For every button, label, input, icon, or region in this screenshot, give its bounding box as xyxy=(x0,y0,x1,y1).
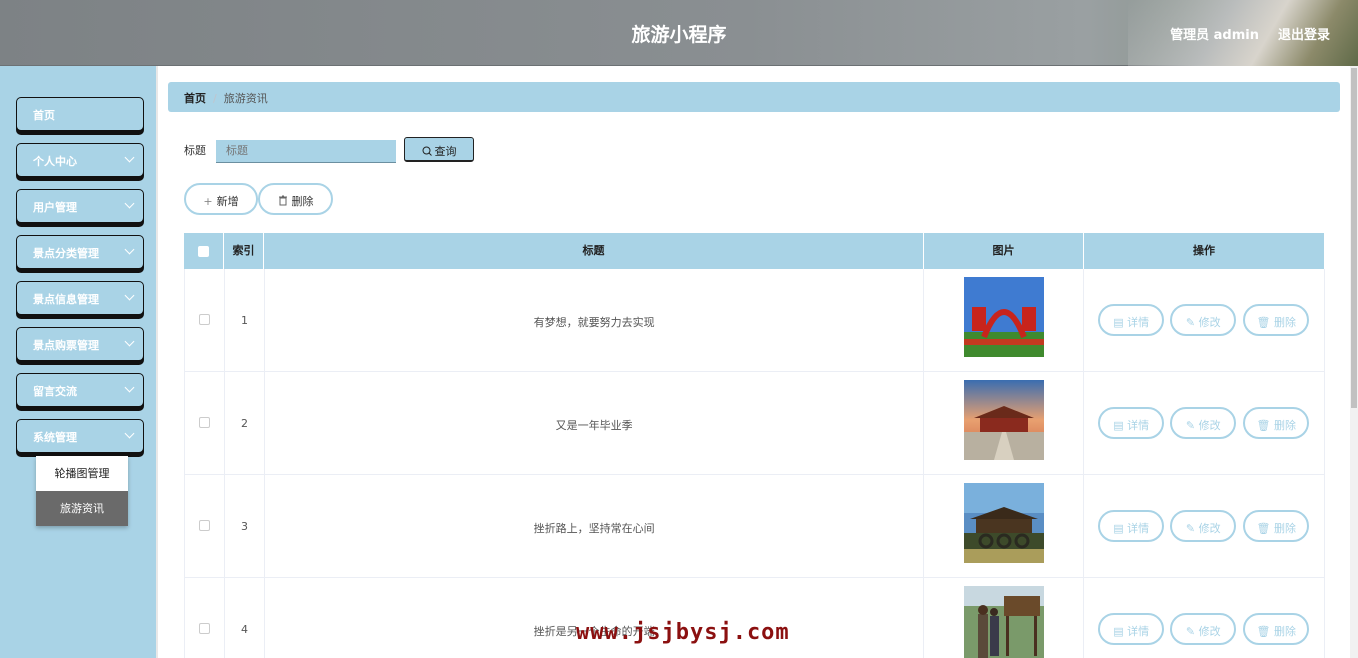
row-title: 有梦想，就要努力去实现 xyxy=(265,269,925,371)
add-button-label: 新增 xyxy=(216,195,239,208)
sidebar-item-ticket-management[interactable]: 景点购票管理 xyxy=(16,327,144,361)
sidebar-item-label: 景点购票管理 xyxy=(33,339,99,352)
column-header-image: 图片 xyxy=(924,233,1084,269)
table-header: 索引 标题 图片 操作 xyxy=(184,233,1325,269)
delete-button[interactable]: 🗑 删除 xyxy=(1243,510,1310,542)
row-thumbnail-image xyxy=(964,483,1045,563)
detail-button[interactable]: ▤ 详情 xyxy=(1098,407,1165,439)
detail-button[interactable]: ▤ 详情 xyxy=(1098,613,1165,645)
edit-button[interactable]: ✎ 修改 xyxy=(1170,304,1237,336)
search-label: 标题 xyxy=(184,144,206,157)
detail-button[interactable]: ▤ 详情 xyxy=(1098,304,1165,336)
row-index: 2 xyxy=(225,372,265,474)
breadcrumb-separator: / xyxy=(213,92,217,105)
chevron-down-icon xyxy=(124,290,135,301)
sidebar-item-label: 留言交流 xyxy=(33,385,77,398)
sidebar-item-label: 系统管理 xyxy=(33,431,77,444)
chevron-down-icon xyxy=(124,244,135,255)
sidebar-item-messages[interactable]: 留言交流 xyxy=(16,373,144,407)
breadcrumb-home[interactable]: 首页 xyxy=(184,92,206,105)
column-header-index: 索引 xyxy=(224,233,264,269)
row-checkbox[interactable] xyxy=(198,623,210,634)
column-header-title: 标题 xyxy=(264,233,924,269)
sidebar-item-label: 首页 xyxy=(33,109,55,122)
chevron-down-icon xyxy=(124,198,135,209)
row-thumbnail-image xyxy=(964,277,1045,357)
sidebar-item-personal-center[interactable]: 个人中心 xyxy=(16,143,144,177)
submenu-item-travel-news[interactable]: 旅游资讯 xyxy=(36,491,128,526)
row-checkbox[interactable] xyxy=(198,314,210,325)
add-button[interactable]: + 新增 xyxy=(184,183,258,215)
current-user: 管理员 admin xyxy=(1170,28,1259,43)
sidebar-item-label: 景点分类管理 xyxy=(33,247,99,260)
row-checkbox[interactable] xyxy=(198,417,210,428)
sidebar-item-home[interactable]: 首页 xyxy=(16,97,144,131)
search-button[interactable]: 查询 xyxy=(404,137,474,162)
watermark-text: www.jsjbysj.com xyxy=(576,620,790,645)
table-row: 3 挫折路上，坚持常在心间 ▤ 详情 ✎ 修改 🗑 删除 xyxy=(184,475,1325,578)
chevron-down-icon xyxy=(124,382,135,393)
logout-button[interactable]: 退出登录 xyxy=(1278,24,1330,43)
search-input[interactable] xyxy=(216,140,396,163)
batch-delete-button[interactable]: 删除 xyxy=(258,183,333,215)
edit-button[interactable]: ✎ 修改 xyxy=(1170,613,1237,645)
system-submenu: 轮播图管理 旅游资讯 xyxy=(36,456,128,526)
trash-icon xyxy=(278,195,287,206)
edit-button[interactable]: ✎ 修改 xyxy=(1170,407,1237,439)
delete-button[interactable]: 🗑 删除 xyxy=(1243,407,1310,439)
select-all-cell xyxy=(184,233,224,269)
sidebar-item-label: 景点信息管理 xyxy=(33,293,99,306)
select-all-checkbox[interactable] xyxy=(198,245,209,257)
row-index: 3 xyxy=(225,475,265,577)
chevron-down-icon xyxy=(124,152,135,163)
detail-button[interactable]: ▤ 详情 xyxy=(1098,510,1165,542)
search-button-label: 查询 xyxy=(434,145,457,158)
sidebar-divider xyxy=(156,66,158,658)
page-scrollbar[interactable] xyxy=(1350,66,1358,658)
table-row: 4 挫折是另一个生命的开端 ▤ 详情 ✎ 修改 🗑 删除 xyxy=(184,578,1325,658)
app-title: 旅游小程序 xyxy=(631,24,727,46)
delete-button[interactable]: 🗑 删除 xyxy=(1243,613,1310,645)
row-thumbnail-image xyxy=(964,380,1045,460)
row-index: 1 xyxy=(225,269,265,371)
sidebar-item-system-management[interactable]: 系统管理 xyxy=(16,419,144,453)
edit-button[interactable]: ✎ 修改 xyxy=(1170,510,1237,542)
delete-button[interactable]: 🗑 删除 xyxy=(1243,304,1310,336)
row-thumbnail-image xyxy=(964,586,1045,658)
row-title: 挫折是另一个生命的开端 xyxy=(265,578,925,658)
row-index: 4 xyxy=(225,578,265,658)
chevron-down-icon xyxy=(124,428,135,439)
scrollbar-thumb[interactable] xyxy=(1351,68,1357,408)
column-header-actions: 操作 xyxy=(1084,233,1325,269)
table-row: 2 又是一年毕业季 ▤ 详情 ✎ 修改 🗑 删除 xyxy=(184,372,1325,475)
delete-button-label: 删除 xyxy=(291,195,314,208)
top-header: 旅游小程序 管理员 admin 退出登录 xyxy=(0,0,1358,66)
sidebar-item-user-management[interactable]: 用户管理 xyxy=(16,189,144,223)
breadcrumb: 首页 / 旅游资讯 xyxy=(168,82,1340,112)
row-title: 挫折路上，坚持常在心间 xyxy=(265,475,925,577)
chevron-down-icon xyxy=(124,336,135,347)
row-checkbox[interactable] xyxy=(198,520,210,531)
search-icon xyxy=(422,146,432,156)
sidebar-item-scenic-info[interactable]: 景点信息管理 xyxy=(16,281,144,315)
table-row: 1 有梦想，就要努力去实现 ▤ 详情 ✎ 修改 🗑 删除 xyxy=(184,269,1325,372)
row-title: 又是一年毕业季 xyxy=(265,372,925,474)
sidebar-item-scenic-category[interactable]: 景点分类管理 xyxy=(16,235,144,269)
sidebar-item-label: 个人中心 xyxy=(33,155,77,168)
breadcrumb-current: 旅游资讯 xyxy=(223,92,268,105)
news-table: 索引 标题 图片 操作 1 有梦想，就要努力去实现 ▤ 详情 ✎ 修改 🗑 删除… xyxy=(184,233,1325,658)
sidebar-item-label: 用户管理 xyxy=(33,201,77,214)
plus-icon: + xyxy=(203,195,213,208)
submenu-item-carousel[interactable]: 轮播图管理 xyxy=(36,456,128,491)
